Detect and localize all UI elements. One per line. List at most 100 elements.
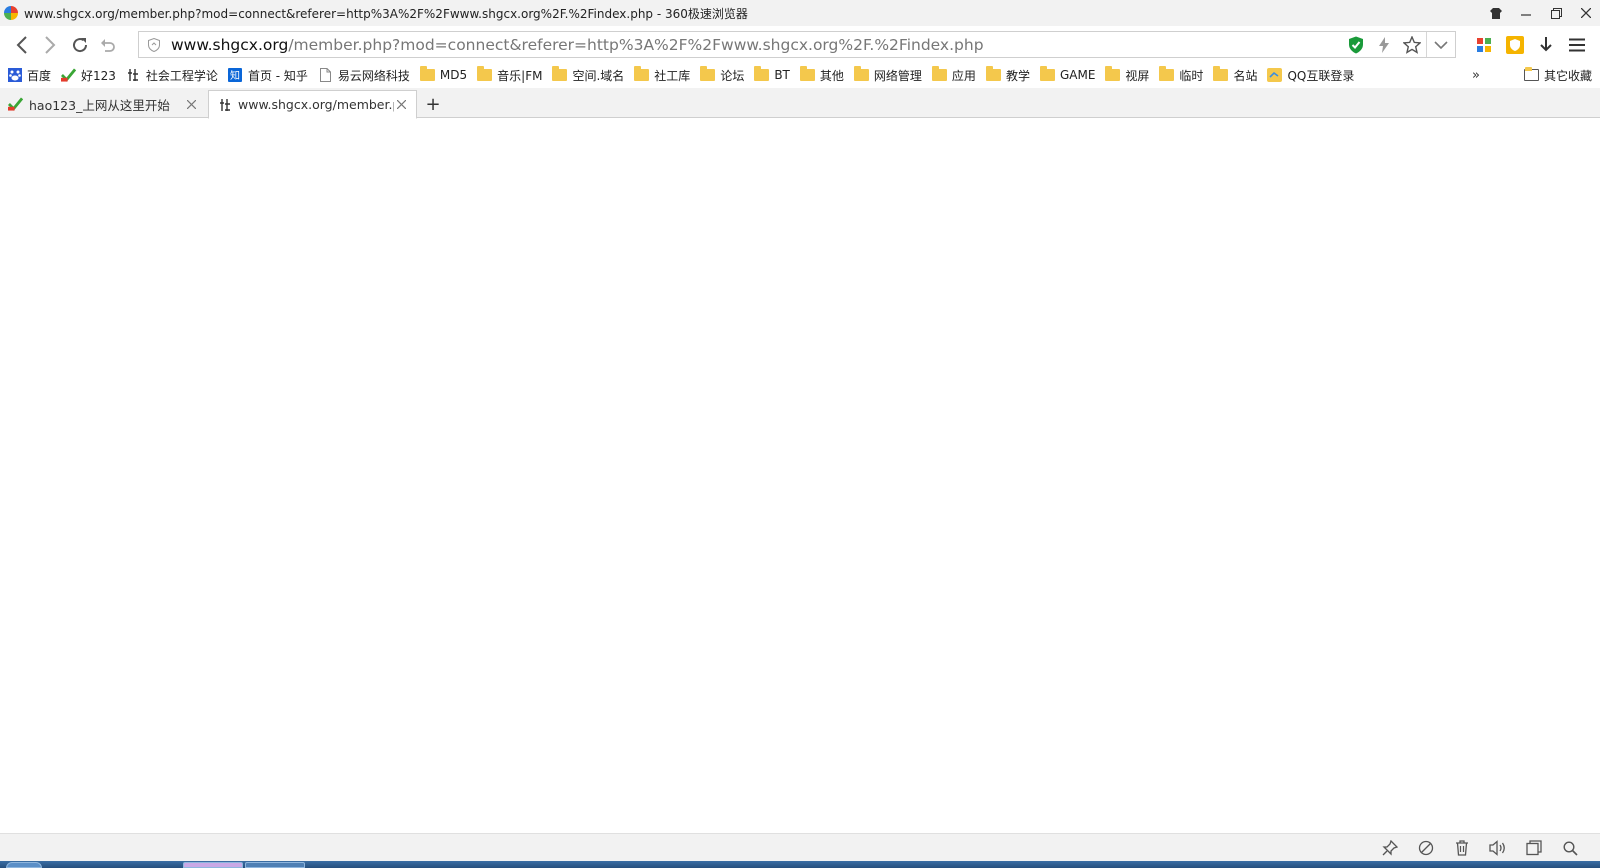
bookmark-label: 教学 xyxy=(1005,68,1030,83)
other-bookmarks-button[interactable]: 其它收藏 xyxy=(1523,63,1592,87)
bookmark-folder-music[interactable]: 音乐|FM xyxy=(472,64,547,86)
bookmark-label: 视屏 xyxy=(1125,68,1150,83)
back-button[interactable] xyxy=(8,31,36,59)
bookmark-qq-connect[interactable]: QQ互联登录 xyxy=(1262,64,1359,86)
folder-icon xyxy=(1213,66,1229,82)
bookmark-folder-space[interactable]: 空间.域名 xyxy=(547,64,629,86)
bookmark-label: BT xyxy=(774,68,790,82)
zoom-icon[interactable] xyxy=(1552,835,1588,861)
svg-text:知: 知 xyxy=(230,69,240,82)
baidu-icon xyxy=(7,68,22,82)
forward-button[interactable] xyxy=(36,31,64,59)
security-shield-icon[interactable] xyxy=(1342,32,1370,57)
tab-close-icon[interactable] xyxy=(184,97,198,111)
bookmark-folder-teaching[interactable]: 教学 xyxy=(981,64,1035,86)
status-bar xyxy=(0,833,1600,861)
bookmark-folder-bt[interactable]: BT xyxy=(749,64,795,86)
bookmark-folder-temp[interactable]: 临时 xyxy=(1154,64,1208,86)
bookmark-label: 社工库 xyxy=(654,68,691,83)
bookmark-label: 应用 xyxy=(951,68,976,83)
bookmark-label: 首页 - 知乎 xyxy=(247,68,308,83)
clear-data-icon[interactable] xyxy=(1444,835,1480,861)
speed-mode-icon[interactable] xyxy=(1370,32,1398,57)
pin-icon[interactable] xyxy=(1372,835,1408,861)
bookmark-folder-apps[interactable]: 应用 xyxy=(927,64,981,86)
undo-close-button[interactable] xyxy=(94,31,122,59)
url-path: /member.php?mod=connect&referer=http%3A%… xyxy=(288,35,984,54)
bookmark-folder-famous[interactable]: 名站 xyxy=(1208,64,1262,86)
folder-icon xyxy=(634,66,650,82)
volume-icon[interactable] xyxy=(1480,835,1516,861)
bookmark-zhihu[interactable]: 知 首页 - 知乎 xyxy=(223,64,313,86)
tab-hao123[interactable]: hao123_上网从这里开始 xyxy=(0,90,206,118)
bookmark-folder-game[interactable]: GAME xyxy=(1035,64,1100,86)
window-mode-icon[interactable] xyxy=(1516,835,1552,861)
shgcx-icon xyxy=(126,69,141,82)
title-bar: www.shgcx.org/member.php?mod=connect&ref… xyxy=(0,0,1600,26)
bookmark-hao123[interactable]: 好123 xyxy=(56,64,121,86)
bookmark-label: 名站 xyxy=(1233,68,1258,83)
browser-logo-icon xyxy=(4,6,18,20)
download-icon[interactable] xyxy=(1530,31,1561,59)
tab-label: hao123_上网从这里开始 xyxy=(29,97,170,113)
folder-icon xyxy=(700,66,716,82)
bookmark-label: 百度 xyxy=(27,68,52,83)
bookmark-label: QQ互联登录 xyxy=(1287,68,1355,83)
folder-icon xyxy=(799,66,815,82)
folder-icon xyxy=(1159,66,1175,82)
status-bar-tools xyxy=(1372,834,1588,862)
taskbar-app-item[interactable] xyxy=(245,862,305,868)
folder-icon xyxy=(419,66,435,82)
apps-grid-icon[interactable] xyxy=(1468,31,1499,59)
bookmark-label: GAME xyxy=(1059,68,1096,82)
taskbar-app-item[interactable] xyxy=(183,862,243,868)
qq-connect-icon xyxy=(1267,68,1283,82)
address-dropdown-icon[interactable] xyxy=(1427,32,1455,57)
hao123-icon xyxy=(8,97,23,111)
start-button[interactable] xyxy=(6,862,42,868)
guard-extension-icon[interactable] xyxy=(1499,31,1530,59)
bookmark-folder-forum[interactable]: 论坛 xyxy=(695,64,749,86)
no-image-icon[interactable] xyxy=(1408,835,1444,861)
bookmark-folder-video[interactable]: 视屏 xyxy=(1100,64,1154,86)
folder-icon xyxy=(853,66,869,82)
folder-icon xyxy=(552,66,568,82)
tab-shgcx[interactable]: www.shgcx.org/member.p xyxy=(208,90,417,119)
tab-label: www.shgcx.org/member.p xyxy=(238,97,394,112)
bookmark-shgcx[interactable]: 社会工程学论 xyxy=(121,64,223,86)
page-info-icon[interactable] xyxy=(145,36,163,54)
hao123-icon xyxy=(61,68,77,82)
folder-icon xyxy=(754,66,770,82)
menu-icon[interactable] xyxy=(1561,31,1592,59)
restore-button[interactable] xyxy=(1544,1,1568,25)
new-tab-button[interactable]: + xyxy=(420,92,446,116)
bookmark-label: 音乐|FM xyxy=(497,68,543,83)
tab-close-icon[interactable] xyxy=(394,98,408,112)
bookmark-baidu[interactable]: 百度 xyxy=(2,64,56,86)
url-host: www.shgcx.org xyxy=(171,35,289,54)
bookmark-folder-other[interactable]: 其他 xyxy=(795,64,849,86)
bookmark-label: 易云网络科技 xyxy=(337,68,410,83)
close-button[interactable] xyxy=(1574,1,1598,25)
bookmark-label: 论坛 xyxy=(720,68,745,83)
bookmark-label: MD5 xyxy=(439,68,468,82)
bookmark-label: 社会工程学论 xyxy=(145,68,218,83)
folder-icon xyxy=(931,66,947,82)
folder-icon xyxy=(985,66,1001,82)
bookmark-folder-netmgmt[interactable]: 网络管理 xyxy=(849,64,927,86)
zhihu-icon: 知 xyxy=(228,68,243,82)
minimize-button[interactable] xyxy=(1514,1,1538,25)
bookmark-star-icon[interactable] xyxy=(1398,32,1426,57)
toolbar-right xyxy=(1468,31,1592,59)
bookmark-yiyun[interactable]: 易云网络科技 xyxy=(313,64,415,86)
page-icon xyxy=(318,68,333,82)
reload-button[interactable] xyxy=(66,31,94,59)
skin-icon[interactable] xyxy=(1484,1,1508,25)
folder-icon xyxy=(1039,66,1055,82)
address-bar[interactable]: www.shgcx.org/member.php?mod=connect&ref… xyxy=(138,31,1456,58)
bookmark-label: 空间.域名 xyxy=(572,68,625,83)
folder-icon xyxy=(1523,67,1539,82)
bookmarks-more-button[interactable]: » xyxy=(1472,63,1480,87)
bookmark-folder-sgk[interactable]: 社工库 xyxy=(629,64,695,86)
bookmark-folder-md5[interactable]: MD5 xyxy=(415,64,472,86)
